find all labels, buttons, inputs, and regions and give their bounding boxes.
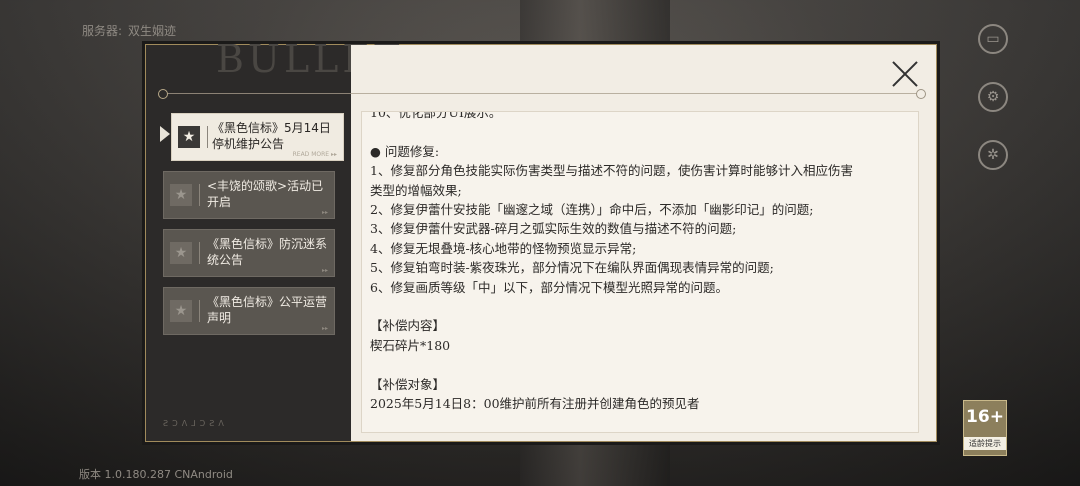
gear-icon[interactable]: ✲ xyxy=(978,140,1008,170)
content-divider xyxy=(351,93,920,94)
tab-label: 《黑色信标》公平运营声明 xyxy=(207,295,328,325)
bulletin-content: 10、优化部分UI展示。 ● 问题修复: 1、修复部分角色技能实际伤害类型与描述不符… xyxy=(351,45,936,441)
selected-arrow-icon xyxy=(160,126,170,142)
divider-dot xyxy=(158,89,168,99)
bulletin-line: 10、优化部分UI展示。 xyxy=(370,111,502,120)
bulletin-line: ● 问题修复: xyxy=(370,143,440,159)
bulletin-line: 【补偿内容】 xyxy=(370,318,446,334)
star-icon: ★ xyxy=(170,300,192,322)
star-icon: ★ xyxy=(178,126,200,148)
settings-icon[interactable]: ⚙ xyxy=(978,82,1008,112)
tab-event-open[interactable]: ★ <丰饶的颂歌>活动已开启 ▸▸ xyxy=(163,171,335,219)
bulletin-line: 2、修复伊蕾什安技能「幽邃之域（连携）」命中后，不添加「幽影印记」的问题; xyxy=(370,202,814,218)
server-label-text: 服务器: xyxy=(82,24,123,38)
age-rating-caption: 适龄提示 xyxy=(964,437,1006,450)
bulletin-line: 类型的增幅效果; xyxy=(370,182,462,198)
tab-label: 《黑色信标》5月14日停机维护公告 xyxy=(212,121,331,151)
tab-label: 《黑色信标》防沉迷系统公告 xyxy=(207,237,328,267)
bulletin-line: 6、修复画质等级「中」以下，部分情况下模型光照异常的问题。 xyxy=(370,279,728,295)
divider-dot xyxy=(916,89,926,99)
bulletin-line: 【补偿对象】 xyxy=(370,376,446,392)
read-more-label: ▸▸ xyxy=(321,267,328,274)
tab-label: <丰饶的颂歌>活动已开启 xyxy=(207,179,324,209)
monitor-icon[interactable]: ▭ xyxy=(978,24,1008,54)
server-label: 服务器: 双生姻迹 xyxy=(76,22,176,39)
bulletin-line: 2025年5月14日8：00维护前所有注册并创建角色的预见者 xyxy=(370,396,700,412)
tab-maintenance-notice[interactable]: ★ 《黑色信标》5月14日停机维护公告 READ MORE ▸▸ xyxy=(160,113,344,161)
read-more-label: READ MORE ▸▸ xyxy=(292,151,337,158)
tab-separator xyxy=(199,184,200,206)
read-more-label: ▸▸ xyxy=(321,325,328,332)
age-rating: 16+ xyxy=(966,407,1004,427)
bulletin-panel: BULLET ★ 《黑色信标》5月14日停机维护公告 READ MORE ▸▸ … xyxy=(145,37,937,442)
star-icon: ★ xyxy=(170,184,192,206)
bulletin-line: 4、修复无垠叠境-核心地带的怪物预览显示异常; xyxy=(370,240,637,256)
tab-anti-addiction[interactable]: ★ 《黑色信标》防沉迷系统公告 ▸▸ xyxy=(163,229,335,277)
bulletin-line: 1、修复部分角色技能实际伤害类型与描述不符的问题，使伤害计算时能够计入相应伤害 xyxy=(370,163,853,179)
bulletin-line: 5、修复铂弯时装-紫夜珠光，部分情况下在编队界面偶现表情异常的问题; xyxy=(370,260,774,276)
close-icon[interactable] xyxy=(890,59,920,89)
tab-fair-operation[interactable]: ★ 《黑色信标》公平运营声明 ▸▸ xyxy=(163,287,335,335)
decorative-footer: ƧϽΛ⅃ϽƧΛ xyxy=(163,419,228,428)
bulletin-tab-list: ★ 《黑色信标》5月14日停机维护公告 READ MORE ▸▸ ★ <丰饶的颂… xyxy=(160,113,344,345)
version-label: 版本 1.0.180.287 CNAndroid xyxy=(79,468,233,481)
age-rating-badge: 16+ 适龄提示 xyxy=(963,400,1007,456)
star-icon: ★ xyxy=(170,242,192,264)
read-more-label: ▸▸ xyxy=(321,209,328,216)
tab-separator xyxy=(199,242,200,264)
tab-separator xyxy=(207,126,208,148)
bulletin-line: 3、修复伊蕾什安武器-碎月之弧实际生效的数值与描述不符的问题; xyxy=(370,221,737,237)
tab-separator xyxy=(199,300,200,322)
bulletin-line: 楔石碎片*180 xyxy=(370,337,451,353)
server-name: 双生姻迹 xyxy=(128,24,177,38)
bulletin-text-scroll[interactable]: 10、优化部分UI展示。 ● 问题修复: 1、修复部分角色技能实际伤害类型与描述不符… xyxy=(361,111,919,433)
bulletin-text: 10、优化部分UI展示。 ● 问题修复: 1、修复部分角色技能实际伤害类型与描述不符… xyxy=(370,111,910,413)
